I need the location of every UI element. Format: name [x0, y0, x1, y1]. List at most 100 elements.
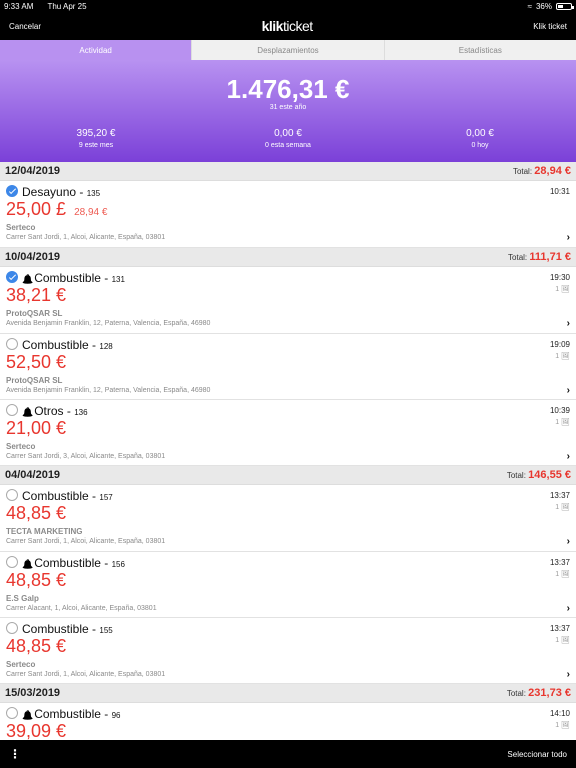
checked-circle-icon[interactable] — [6, 185, 18, 197]
expense-amount: 39,09 € — [6, 721, 66, 740]
expense-list[interactable]: 12/04/2019 Total: 28,94 € Desayuno - 135 10… — [0, 162, 576, 740]
expense-id: 135 — [86, 189, 101, 198]
expense-id: 136 — [74, 408, 88, 417]
expense-time: 19:30 — [549, 273, 570, 282]
status-bar: 9:33 AM Thu Apr 25 ≈ 36% — [0, 0, 576, 12]
chevron-right-icon[interactable]: › — [567, 603, 570, 614]
merchant-address: Carrer Sant Jordi, 1, Alcoi, Alicante, E… — [6, 671, 166, 678]
bell-icon: 🔔 — [22, 710, 34, 720]
day-header: 04/04/2019 Total: 146,55 € — [0, 466, 576, 485]
checked-circle-icon[interactable] — [6, 271, 18, 283]
expense-category: Combustible — [22, 338, 89, 352]
expense-row[interactable]: Desayuno - 135 10:31 25,00 £ 28,94 € Serteco… — [0, 181, 576, 248]
more-vertical-icon[interactable]: ⋮ — [9, 748, 21, 760]
stat-value: 395,20 € — [76, 128, 116, 139]
photo-icon: 🖼 — [559, 637, 570, 644]
stat-label: 9 este mes — [78, 142, 114, 149]
stat-label: 0 esta semana — [265, 142, 311, 149]
expense-row[interactable]: 🔔Combustible - 156 13:37 1 🖼 48,85 € E.S Gal… — [0, 552, 576, 618]
klik-ticket-button[interactable]: Klik ticket — [533, 22, 567, 31]
day-date: 12/04/2019 — [5, 165, 61, 177]
expense-time: 13:37 — [549, 491, 570, 500]
merchant-address: Carrer Sant Jordi, 1, Alcoi, Alicante, E… — [6, 234, 166, 241]
bell-icon: 🔔 — [22, 559, 34, 569]
photo-count: 1 🖼 — [555, 352, 570, 360]
stat-value: 0,00 € — [274, 128, 302, 139]
chevron-right-icon[interactable]: › — [567, 536, 570, 547]
summary-panel: 1.476,31 € 31 este año 395,20 € 9 este m… — [0, 60, 576, 162]
unchecked-circle-icon[interactable] — [6, 338, 18, 350]
total-prefix: Total: — [506, 471, 526, 480]
expense-amount: 38,21 € — [6, 285, 66, 306]
unchecked-circle-icon[interactable] — [6, 707, 18, 719]
unchecked-circle-icon[interactable] — [6, 489, 18, 501]
expense-title: 🔔Combustible - 131 — [22, 271, 125, 285]
amount-value: 48,85 € — [6, 503, 67, 523]
unchecked-circle-icon[interactable] — [6, 404, 18, 416]
expense-row[interactable]: Combustible - 157 13:37 1 🖼 48,85 € TECTA MA… — [0, 485, 576, 552]
expense-amount: 52,50 € — [6, 352, 66, 373]
amount-value: 52,50 € — [6, 352, 67, 372]
expense-amount: 48,85 € — [6, 636, 66, 657]
chevron-right-icon[interactable]: › — [567, 318, 570, 329]
merchant-name: Serteco — [6, 442, 36, 451]
merchant-name: TECTA MARKETING — [6, 527, 83, 536]
chevron-right-icon[interactable]: › — [567, 385, 570, 396]
tab-actividad[interactable]: Actividad — [0, 40, 193, 60]
merchant-address: Carrer Sant Jordi, 1, Alcoi, Alicante, E… — [6, 538, 166, 545]
chevron-right-icon[interactable]: › — [567, 451, 570, 462]
day-total: Total: 28,94 € — [513, 165, 571, 177]
status-time: 9:33 AM — [4, 1, 34, 11]
total-prefix: Total: — [508, 253, 528, 262]
expense-row[interactable]: 🔔Otros - 136 10:39 1 🖼 21,00 € Serteco Carrer… — [0, 400, 576, 466]
expense-time: 19:09 — [549, 340, 570, 349]
wifi-icon: ≈ — [527, 1, 532, 11]
summary-stats: 395,20 € 9 este mes 0,00 € 0 esta semana… — [0, 128, 576, 149]
photo-count: 1 🖼 — [555, 418, 570, 426]
select-all-button[interactable]: Seleccionar todo — [507, 750, 567, 759]
tab-desplazamientos[interactable]: Desplazamientos — [192, 40, 385, 60]
expense-row[interactable]: Combustible - 155 13:37 1 🖼 48,85 € Serteco C… — [0, 618, 576, 684]
expense-time: 10:31 — [549, 187, 570, 196]
tab-estadisticas[interactable]: Estadísticas — [385, 40, 576, 60]
stat-label: 0 hoy — [471, 142, 489, 149]
photo-count: 1 🖼 — [555, 636, 570, 644]
day-total-amount: 231,73 € — [528, 687, 571, 699]
amount-value: 48,85 € — [6, 636, 67, 656]
expense-time: 13:37 — [549, 624, 570, 633]
stat-week: 0,00 € 0 esta semana — [192, 128, 384, 149]
nav-bar: Cancelar klikticket Klik ticket — [0, 12, 576, 40]
unchecked-circle-icon[interactable] — [6, 622, 18, 634]
day-total-amount: 111,71 € — [529, 251, 571, 263]
expense-id: 96 — [111, 711, 121, 720]
expense-row[interactable]: Combustible - 128 19:09 1 🖼 52,50 € ProtoQSA… — [0, 334, 576, 400]
app-logo: klikticket — [262, 18, 314, 34]
cancel-button[interactable]: Cancelar — [9, 22, 41, 31]
photo-count: 1 🖼 — [555, 570, 570, 578]
expense-amount: 21,00 € — [6, 418, 66, 439]
photo-icon: 🖼 — [559, 286, 570, 293]
chevron-right-icon[interactable]: › — [567, 669, 570, 680]
expense-row[interactable]: 🔔Combustible - 131 19:30 1 🖼 38,21 € ProtoQS… — [0, 267, 576, 334]
expense-category: Desayuno — [22, 185, 77, 199]
unchecked-circle-icon[interactable] — [6, 556, 18, 568]
expense-category: Combustible — [22, 622, 89, 636]
expense-amount: 48,85 € — [6, 570, 66, 591]
chevron-right-icon[interactable]: › — [567, 232, 570, 243]
expense-row[interactable]: 🔔Combustible - 96 14:10 1 🖼 39,09 € — [0, 703, 576, 740]
photo-count: 1 🖼 — [555, 285, 570, 293]
merchant-address: Carrer Sant Jordi, 3, Alcoi, Alicante, E… — [6, 453, 166, 460]
expense-time: 14:10 — [549, 709, 570, 718]
expense-category: Combustible — [22, 489, 89, 503]
merchant-name: ProtoQSAR SL — [6, 376, 63, 385]
merchant-name: ProtoQSAR SL — [6, 309, 63, 318]
amount-value: 39,09 € — [6, 721, 67, 740]
photo-icon: 🖼 — [559, 722, 570, 729]
status-date: Thu Apr 25 — [47, 1, 87, 11]
day-total-amount: 28,94 € — [534, 165, 571, 177]
photo-icon: 🖼 — [559, 353, 570, 360]
bell-icon: 🔔 — [22, 274, 34, 284]
year-count: 31 este año — [269, 104, 307, 111]
amount-value: 38,21 € — [6, 285, 67, 305]
day-total: Total: 111,71 € — [508, 251, 571, 263]
